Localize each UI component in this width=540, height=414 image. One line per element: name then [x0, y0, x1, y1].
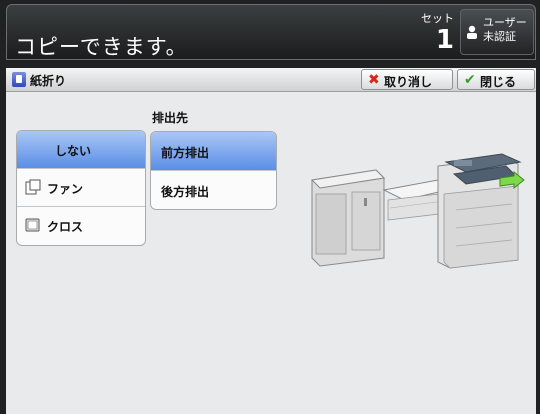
fold-option-none[interactable]: しない	[17, 131, 145, 169]
fan-fold-icon	[25, 179, 41, 195]
cancel-x-icon: ✖	[368, 72, 380, 88]
user-auth-line1: ユーザー	[483, 16, 527, 29]
destination-options: 前方排出 後方排出	[150, 131, 277, 210]
page-title: 紙折り	[30, 74, 67, 88]
set-label: セット	[421, 12, 454, 25]
fold-option-label: ファン	[47, 182, 84, 196]
close-button[interactable]: ✔ 閉じる	[457, 69, 535, 90]
user-auth-line2: 未認証	[483, 30, 516, 43]
destination-label: 前方排出	[161, 146, 210, 160]
status-message: コピーできます。	[15, 35, 188, 59]
cancel-label: 取り消し	[384, 75, 433, 89]
fold-feature-icon	[12, 72, 26, 87]
status-bar: コピーできます。 セット 1 ユーザー 未認証	[6, 4, 536, 60]
user-icon	[467, 25, 477, 39]
main-panel: しない ファン クロス 排出先 前方排出 後方排出	[6, 92, 536, 414]
copy-set-counter: セット 1	[392, 7, 460, 57]
destination-front[interactable]: 前方排出	[151, 132, 276, 171]
user-auth-button[interactable]: ユーザー 未認証	[460, 9, 534, 55]
printer-illustration	[310, 153, 525, 269]
fold-option-label: しない	[55, 144, 92, 158]
destination-label: 後方排出	[161, 185, 210, 199]
destination-rear[interactable]: 後方排出	[151, 171, 276, 209]
title-bar: 紙折り ✖ 取り消し ✔ 閉じる	[6, 68, 536, 92]
close-label: 閉じる	[480, 75, 517, 89]
cancel-button[interactable]: ✖ 取り消し	[361, 69, 453, 90]
app-window: コピーできます。 セット 1 ユーザー 未認証 紙折り ✖ 取り消し ✔ 閉じる	[0, 0, 540, 414]
cross-fold-icon	[25, 218, 40, 232]
destination-title: 排出先	[152, 111, 189, 125]
user-auth-label: ユーザー 未認証	[483, 16, 527, 44]
fold-type-options: しない ファン クロス	[16, 130, 146, 246]
fold-option-label: クロス	[47, 220, 84, 234]
fold-option-cross[interactable]: クロス	[17, 207, 145, 245]
checkmark-icon: ✔	[464, 72, 476, 88]
fold-option-fan[interactable]: ファン	[17, 169, 145, 207]
set-count: 1	[435, 25, 454, 55]
